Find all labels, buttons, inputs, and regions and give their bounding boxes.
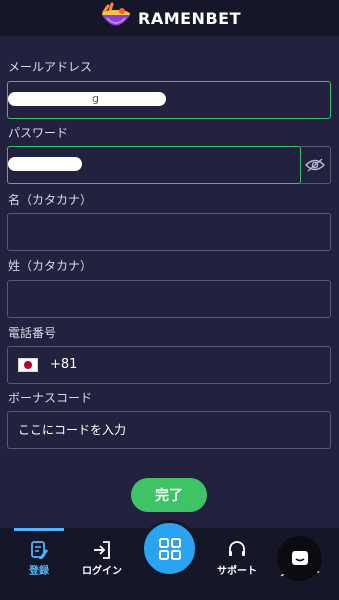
- grid-icon: [158, 537, 181, 560]
- first-name-field[interactable]: [7, 213, 331, 251]
- email-label: メールアドレス: [8, 60, 93, 74]
- password-visibility-toggle[interactable]: [300, 146, 331, 184]
- nav-login[interactable]: ログイン: [67, 540, 137, 577]
- last-name-label: 姓（カタカナ）: [8, 259, 93, 273]
- japan-flag-icon[interactable]: [18, 358, 38, 372]
- nav-register-label: 登録: [29, 566, 49, 577]
- active-tab-indicator: [14, 528, 64, 531]
- password-field[interactable]: [7, 146, 301, 184]
- brand-logo[interactable]: RAMENBET: [98, 2, 241, 34]
- email-visible-fragment: g: [92, 92, 99, 105]
- last-name-field[interactable]: [7, 280, 331, 318]
- chat-button[interactable]: [277, 536, 322, 581]
- nav-register[interactable]: 登録: [4, 540, 74, 577]
- bonus-code-field[interactable]: ここにコードを入力: [7, 411, 331, 449]
- submit-button[interactable]: 完了: [131, 478, 207, 512]
- headset-icon: [229, 541, 245, 556]
- brand-name: RAMENBET: [138, 8, 241, 28]
- edit-icon: [31, 541, 48, 559]
- redacted-email: [8, 92, 166, 106]
- main-menu-button[interactable]: [141, 520, 198, 577]
- bonus-code-placeholder: ここにコードを入力: [18, 423, 127, 437]
- chat-icon: [291, 550, 308, 565]
- bonus-code-label: ボーナスコード: [8, 391, 93, 405]
- ramen-bowl-icon: [102, 2, 130, 26]
- nav-support[interactable]: サポート: [202, 540, 272, 577]
- password-label: パスワード: [8, 126, 69, 140]
- nav-login-label: ログイン: [82, 566, 122, 577]
- first-name-label: 名（カタカナ）: [8, 193, 93, 207]
- nav-support-label: サポート: [217, 566, 257, 577]
- phone-label: 電話番号: [8, 326, 57, 340]
- login-icon: [94, 541, 110, 559]
- redacted-password: [8, 157, 82, 171]
- phone-field[interactable]: +81: [7, 346, 331, 384]
- email-field[interactable]: g: [7, 81, 331, 119]
- eye-toggle-icon: [305, 158, 325, 172]
- phone-prefix: +81: [50, 357, 78, 372]
- header: RAMENBET: [0, 0, 339, 36]
